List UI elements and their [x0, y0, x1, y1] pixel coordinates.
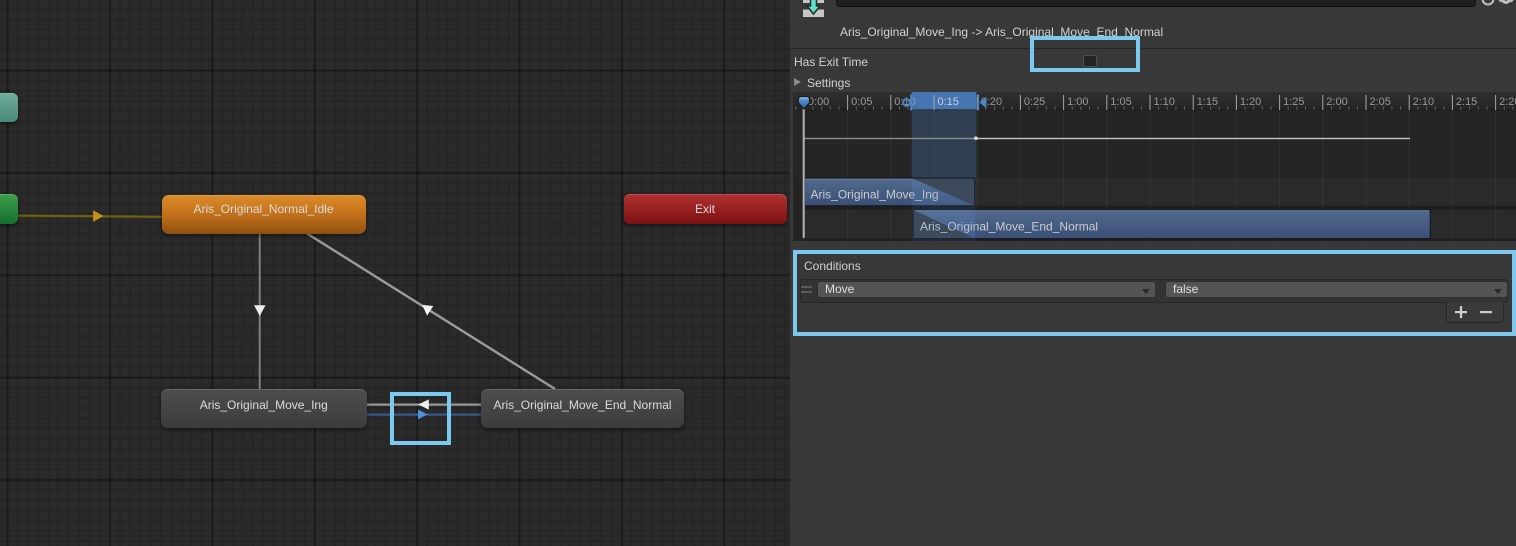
svg-text:1:15: 1:15 [1197, 96, 1218, 108]
svg-text:0:15: 0:15 [938, 96, 959, 108]
svg-text:1:25: 1:25 [1283, 96, 1304, 108]
svg-text:0:05: 0:05 [851, 96, 872, 108]
svg-text:2:15: 2:15 [1456, 96, 1477, 108]
svg-text:1:10: 1:10 [1154, 96, 1175, 108]
svg-text:1:05: 1:05 [1110, 96, 1131, 108]
svg-text:0:00: 0:00 [808, 96, 829, 108]
svg-text:2:05: 2:05 [1370, 96, 1391, 108]
svg-text:2:20: 2:20 [1499, 96, 1516, 108]
svg-text:2:00: 2:00 [1326, 96, 1347, 108]
svg-text:0:25: 0:25 [1024, 96, 1045, 108]
svg-text:1:00: 1:00 [1067, 96, 1088, 108]
svg-text:2:10: 2:10 [1413, 96, 1434, 108]
svg-text:1:20: 1:20 [1240, 96, 1261, 108]
